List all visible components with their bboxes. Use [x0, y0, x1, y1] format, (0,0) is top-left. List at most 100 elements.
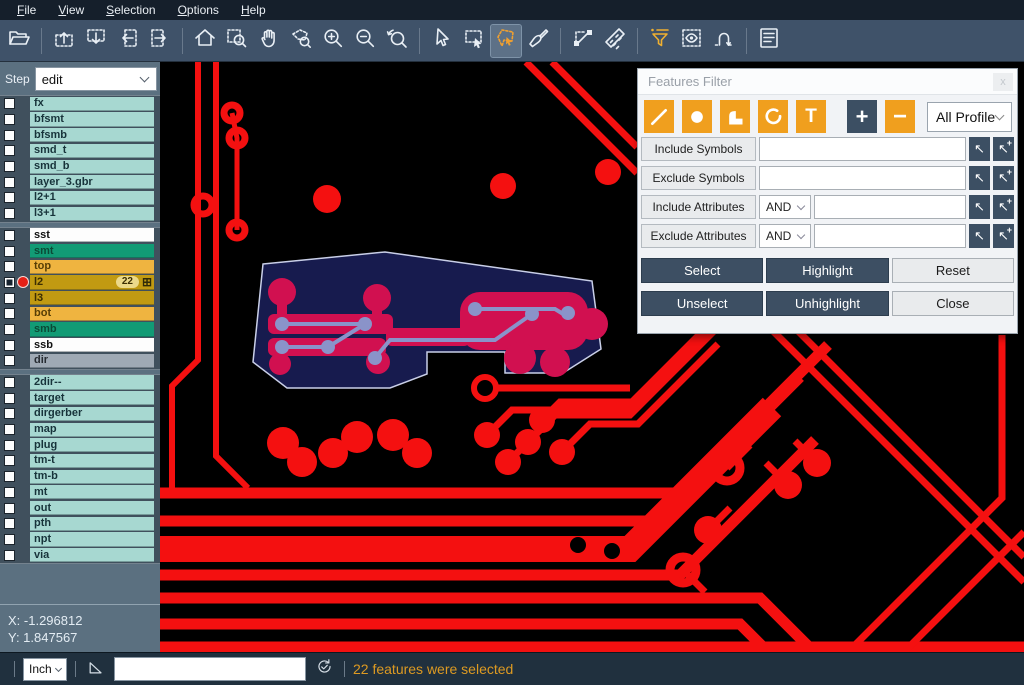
features-filter-button[interactable]: [645, 25, 675, 57]
zoom-selection-button[interactable]: [286, 25, 316, 57]
layer-checkbox-target[interactable]: [4, 393, 15, 404]
layer-bar-tm-t[interactable]: tm-t: [30, 454, 154, 468]
pick-add-attribute-button[interactable]: ↖+: [993, 224, 1014, 248]
pick-add-attribute-button[interactable]: ↖+: [993, 195, 1014, 219]
menu-selection[interactable]: Selection: [95, 1, 166, 20]
pan-right-button[interactable]: [145, 25, 175, 57]
close-button[interactable]: Close: [892, 291, 1014, 316]
measure-ruler-button[interactable]: [600, 25, 630, 57]
layer-checkbox-sst[interactable]: [4, 230, 15, 241]
text-type-button[interactable]: T: [796, 100, 826, 133]
exclude-symbols-input[interactable]: [759, 166, 966, 190]
layer-bar-target[interactable]: target: [30, 391, 154, 405]
grid-icon[interactable]: ⊞: [142, 276, 152, 288]
snap-path-button[interactable]: [709, 25, 739, 57]
measure-line-button[interactable]: [568, 25, 598, 57]
layer-bar-dir[interactable]: dir: [30, 354, 154, 368]
layer-bar-mt[interactable]: mt: [30, 485, 154, 499]
layer-bar-tm-b[interactable]: tm-b: [30, 470, 154, 484]
layer-bar-smt[interactable]: smt: [30, 244, 154, 258]
pick-attribute-button[interactable]: ↖: [969, 224, 990, 248]
layer-bar-l3[interactable]: l3: [30, 291, 154, 305]
layer-checkbox-l2+1[interactable]: [4, 192, 15, 203]
menu-options[interactable]: Options: [167, 1, 230, 20]
refresh-button[interactable]: [312, 657, 336, 681]
layer-checkbox-dir[interactable]: [4, 355, 15, 366]
pick-add-symbol-button[interactable]: ↖+: [993, 166, 1014, 190]
rectangle-select-button[interactable]: [459, 25, 489, 57]
reset-button[interactable]: Reset: [892, 258, 1014, 283]
layer-checkbox-map[interactable]: [4, 424, 15, 435]
zoom-in-button[interactable]: [318, 25, 348, 57]
layer-checkbox-top[interactable]: [4, 261, 15, 272]
layer-checkbox-l2[interactable]: [4, 277, 15, 288]
pan-left-button[interactable]: [113, 25, 143, 57]
layer-bar-fx[interactable]: fx: [30, 97, 154, 111]
units-select[interactable]: Inch: [23, 658, 67, 681]
dialog-close-button[interactable]: x: [993, 73, 1013, 91]
layer-checkbox-via[interactable]: [4, 550, 15, 561]
layer-checkbox-pth[interactable]: [4, 518, 15, 529]
dialog-titlebar[interactable]: Features Filter x: [638, 69, 1017, 95]
layer-checkbox-out[interactable]: [4, 503, 15, 514]
layer-checkbox-tm-t[interactable]: [4, 455, 15, 466]
polygon-select-button[interactable]: [491, 25, 521, 57]
pick-symbol-button[interactable]: ↖: [969, 137, 990, 161]
exclude-attributes-input[interactable]: [814, 224, 966, 248]
pick-symbol-button[interactable]: ↖: [969, 166, 990, 190]
layer-bar-bfsmb[interactable]: bfsmb: [30, 128, 154, 142]
layer-bar-l3+1[interactable]: l3+1: [30, 207, 154, 221]
layer-checkbox-fx[interactable]: [4, 98, 15, 109]
layer-checkbox-smd_b[interactable]: [4, 161, 15, 172]
surface-type-button[interactable]: [720, 100, 750, 133]
menu-file[interactable]: File: [6, 1, 47, 20]
layer-checkbox-layer_3.gbr[interactable]: [4, 177, 15, 188]
layer-bar-l2[interactable]: l222⊞: [30, 275, 154, 289]
positive-polarity-button[interactable]: +: [847, 100, 877, 133]
include-attributes-button[interactable]: Include Attributes: [641, 195, 756, 219]
exclude-symbols-button[interactable]: Exclude Symbols: [641, 166, 756, 190]
line-type-button[interactable]: [644, 100, 674, 133]
pointer-select-button[interactable]: [427, 25, 457, 57]
layer-checkbox-2dir--[interactable]: [4, 377, 15, 388]
layer-checkbox-bfsmt[interactable]: [4, 114, 15, 125]
open-button[interactable]: [4, 25, 34, 57]
layer-bar-out[interactable]: out: [30, 501, 154, 515]
pcb-canvas[interactable]: Features Filter x T + − All Profile: [160, 62, 1024, 652]
layer-bar-sst[interactable]: sst: [30, 228, 154, 242]
command-input[interactable]: [114, 657, 306, 681]
layer-bar-l2+1[interactable]: l2+1: [30, 191, 154, 205]
menu-view[interactable]: View: [47, 1, 95, 20]
step-select[interactable]: edit: [35, 67, 157, 91]
layer-checkbox-mt[interactable]: [4, 487, 15, 498]
unhighlight-button[interactable]: Unhighlight: [766, 291, 888, 316]
home-view-button[interactable]: [190, 25, 220, 57]
layer-checkbox-plug[interactable]: [4, 440, 15, 451]
pan-hand-button[interactable]: [254, 25, 284, 57]
layer-checkbox-l3+1[interactable]: [4, 208, 15, 219]
view-filter-button[interactable]: [677, 25, 707, 57]
layer-checkbox-ssb[interactable]: [4, 340, 15, 351]
layer-bar-plug[interactable]: plug: [30, 438, 154, 452]
layer-bar-bot[interactable]: bot: [30, 307, 154, 321]
include-attributes-input[interactable]: [814, 195, 966, 219]
zoom-out-button[interactable]: [350, 25, 380, 57]
layer-bar-ssb[interactable]: ssb: [30, 338, 154, 352]
layer-bar-npt[interactable]: npt: [30, 532, 154, 546]
negative-polarity-button[interactable]: −: [885, 100, 915, 133]
pad-type-button[interactable]: [682, 100, 712, 133]
zoom-window-button[interactable]: [222, 25, 252, 57]
arc-type-button[interactable]: [758, 100, 788, 133]
layer-bar-smd_b[interactable]: smd_b: [30, 160, 154, 174]
layer-bar-via[interactable]: via: [30, 548, 154, 562]
include-symbols-button[interactable]: Include Symbols: [641, 137, 756, 161]
layers-form-button[interactable]: [754, 25, 784, 57]
angle-mode-button[interactable]: [84, 657, 108, 681]
layer-checkbox-tm-b[interactable]: [4, 471, 15, 482]
layer-bar-dirgerber[interactable]: dirgerber: [30, 407, 154, 421]
layer-bar-smb[interactable]: smb: [30, 322, 154, 336]
unselect-button[interactable]: Unselect: [641, 291, 763, 316]
pick-add-symbol-button[interactable]: ↖+: [993, 137, 1014, 161]
menu-help[interactable]: Help: [230, 1, 277, 20]
include-symbols-input[interactable]: [759, 137, 966, 161]
